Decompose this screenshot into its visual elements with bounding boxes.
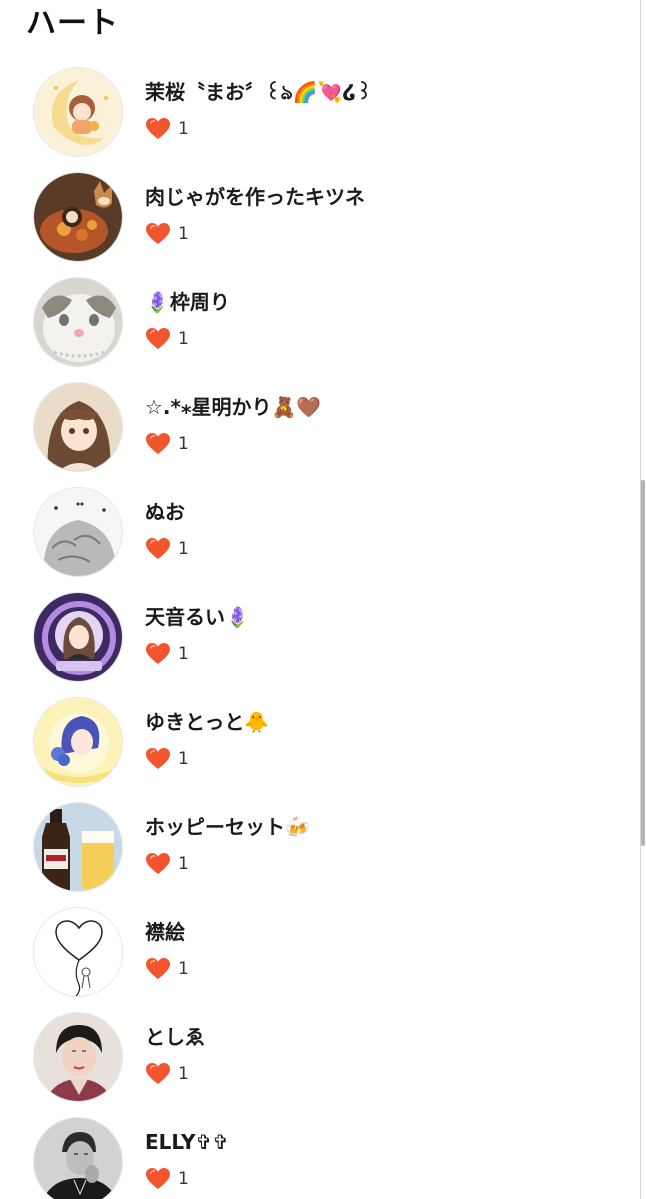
reaction: 1 [145, 746, 189, 772]
heart-user-list: 茉桜〝まお〞꒰ঌ🌈💘໒꒱ 1 肉じゃがを作ったキツネ 1 🪻枠周り 1 ☆.*⁎… [0, 64, 640, 1199]
user-name[interactable]: ゆきとっと🐥 [145, 708, 269, 736]
heart-icon [146, 643, 170, 664]
heart-count: 1 [178, 854, 189, 874]
avatar[interactable] [33, 907, 123, 997]
avatar[interactable] [33, 592, 123, 682]
heart-count: 1 [178, 1169, 189, 1189]
list-item[interactable]: ☆.*⁎星明かり🧸🤎 1 [0, 379, 640, 484]
user-name[interactable]: としゑ [145, 1023, 205, 1051]
avatar[interactable] [33, 802, 123, 892]
heart-count: 1 [178, 119, 189, 139]
list-item[interactable]: 肉じゃがを作ったキツネ 1 [0, 169, 640, 274]
list-item[interactable]: 茉桜〝まお〞꒰ঌ🌈💘໒꒱ 1 [0, 64, 640, 169]
avatar[interactable] [33, 277, 123, 367]
heart-icon [146, 1063, 170, 1084]
reaction: 1 [145, 851, 189, 877]
heart-count: 1 [178, 329, 189, 349]
heart-count: 1 [178, 539, 189, 559]
heart-icon [146, 853, 170, 874]
reaction: 1 [145, 326, 189, 352]
reaction: 1 [145, 641, 189, 667]
user-name[interactable]: 天音るい🪻 [145, 603, 250, 631]
heart-icon [146, 538, 170, 559]
heart-count: 1 [178, 1064, 189, 1084]
avatar[interactable] [33, 172, 123, 262]
heart-icon [146, 223, 170, 244]
heart-count: 1 [178, 434, 189, 454]
scrollbar[interactable] [640, 0, 646, 1199]
hearts-screen: ハート 茉桜〝まお〞꒰ঌ🌈💘໒꒱ 1 肉じゃがを作ったキツネ 1 🪻枠周り 1 … [0, 0, 640, 1199]
user-name[interactable]: ホッピーセット🍻 [145, 813, 310, 841]
user-name[interactable]: 襟絵 [145, 918, 185, 946]
user-name[interactable]: ぬお [145, 498, 185, 526]
reaction: 1 [145, 116, 189, 142]
heart-icon [146, 958, 170, 979]
user-name[interactable]: 🪻枠周り [145, 288, 230, 316]
avatar[interactable] [33, 1117, 123, 1199]
heart-icon [146, 1168, 170, 1189]
avatar[interactable] [33, 67, 123, 157]
list-item[interactable]: としゑ 1 [0, 1009, 640, 1114]
list-item[interactable]: 天音るい🪻 1 [0, 589, 640, 694]
heart-count: 1 [178, 959, 189, 979]
reaction: 1 [145, 956, 189, 982]
heart-icon [146, 433, 170, 454]
list-item[interactable]: ホッピーセット🍻 1 [0, 799, 640, 904]
heart-count: 1 [178, 644, 189, 664]
scrollbar-thumb[interactable] [641, 480, 645, 846]
page-title: ハート [26, 6, 119, 41]
reaction: 1 [145, 536, 189, 562]
list-item[interactable]: 🪻枠周り 1 [0, 274, 640, 379]
list-item[interactable]: 襟絵 1 [0, 904, 640, 1009]
reaction: 1 [145, 1166, 189, 1192]
user-name[interactable]: 茉桜〝まお〞꒰ঌ🌈💘໒꒱ [145, 78, 372, 106]
reaction: 1 [145, 431, 189, 457]
user-name[interactable]: 肉じゃがを作ったキツネ [145, 183, 365, 211]
heart-count: 1 [178, 749, 189, 769]
list-item[interactable]: ELLY✞✞ 1 [0, 1114, 640, 1199]
avatar[interactable] [33, 382, 123, 472]
heart-count: 1 [178, 224, 189, 244]
avatar[interactable] [33, 1012, 123, 1102]
avatar[interactable] [33, 697, 123, 787]
list-item[interactable]: ぬお 1 [0, 484, 640, 589]
reaction: 1 [145, 1061, 189, 1087]
user-name[interactable]: ELLY✞✞ [145, 1128, 229, 1156]
reaction: 1 [145, 221, 189, 247]
heart-icon [146, 118, 170, 139]
avatar[interactable] [33, 487, 123, 577]
heart-icon [146, 748, 170, 769]
user-name[interactable]: ☆.*⁎星明かり🧸🤎 [145, 393, 321, 421]
heart-icon [146, 328, 170, 349]
list-item[interactable]: ゆきとっと🐥 1 [0, 694, 640, 799]
